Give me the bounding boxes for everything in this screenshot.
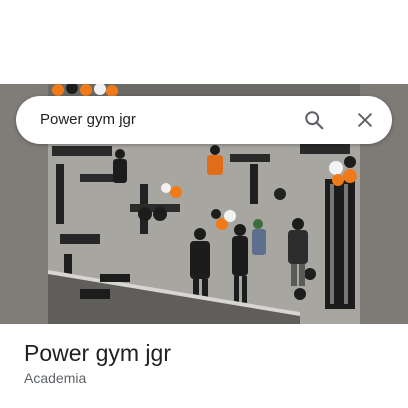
place-category: Academia bbox=[24, 370, 87, 386]
search-bar[interactable]: Power gym jgr bbox=[16, 96, 392, 144]
search-input[interactable]: Power gym jgr bbox=[40, 96, 136, 144]
close-icon[interactable] bbox=[349, 104, 381, 136]
search-icon[interactable] bbox=[298, 104, 330, 136]
place-card: Power gym jgr Power gym jgr Academia bbox=[0, 0, 408, 408]
place-title: Power gym jgr bbox=[24, 340, 171, 366]
